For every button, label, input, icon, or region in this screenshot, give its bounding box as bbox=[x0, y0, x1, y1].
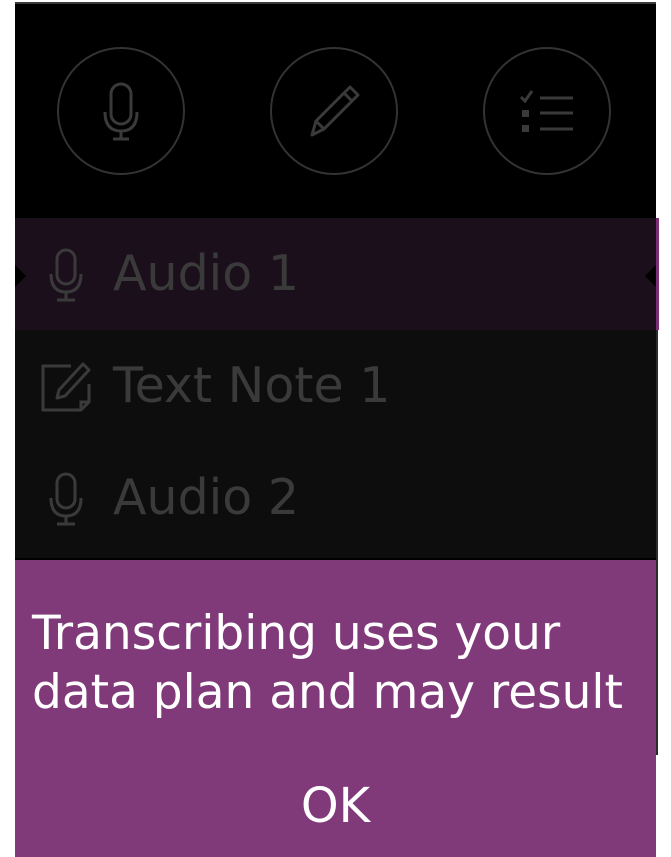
selection-marker-left bbox=[15, 264, 26, 288]
dialog-message: Transcribing uses your data plan and may… bbox=[32, 606, 623, 720]
record-audio-button[interactable] bbox=[57, 47, 185, 175]
list-item[interactable]: Audio 1 bbox=[15, 218, 656, 330]
list-item[interactable]: Text Note 1 bbox=[15, 330, 656, 442]
ok-button[interactable]: OK bbox=[15, 776, 656, 836]
selection-marker-right bbox=[645, 264, 656, 288]
transcription-dialog: Transcribing uses your data plan and may… bbox=[15, 560, 656, 857]
microphone-icon bbox=[49, 248, 83, 302]
microphone-icon bbox=[103, 82, 139, 141]
edit-note-icon bbox=[41, 362, 91, 412]
notes-list: Audio 1 Text Note 1 Audio 2 bbox=[15, 218, 656, 558]
action-toolbar bbox=[15, 4, 656, 218]
note-title: Text Note 1 bbox=[113, 357, 391, 414]
selection-edge bbox=[656, 218, 659, 330]
note-title: Audio 1 bbox=[113, 245, 300, 302]
app-screen: Audio 1 Text Note 1 Audio 2 Transcribing… bbox=[15, 4, 656, 857]
note-title: Audio 2 bbox=[113, 469, 300, 526]
checklist-icon bbox=[519, 90, 573, 132]
new-list-button[interactable] bbox=[483, 47, 611, 175]
new-text-note-button[interactable] bbox=[270, 47, 398, 175]
pencil-icon bbox=[310, 85, 360, 137]
microphone-icon bbox=[49, 472, 83, 526]
list-item[interactable]: Audio 2 bbox=[15, 442, 656, 554]
scroll-edge bbox=[656, 330, 658, 755]
